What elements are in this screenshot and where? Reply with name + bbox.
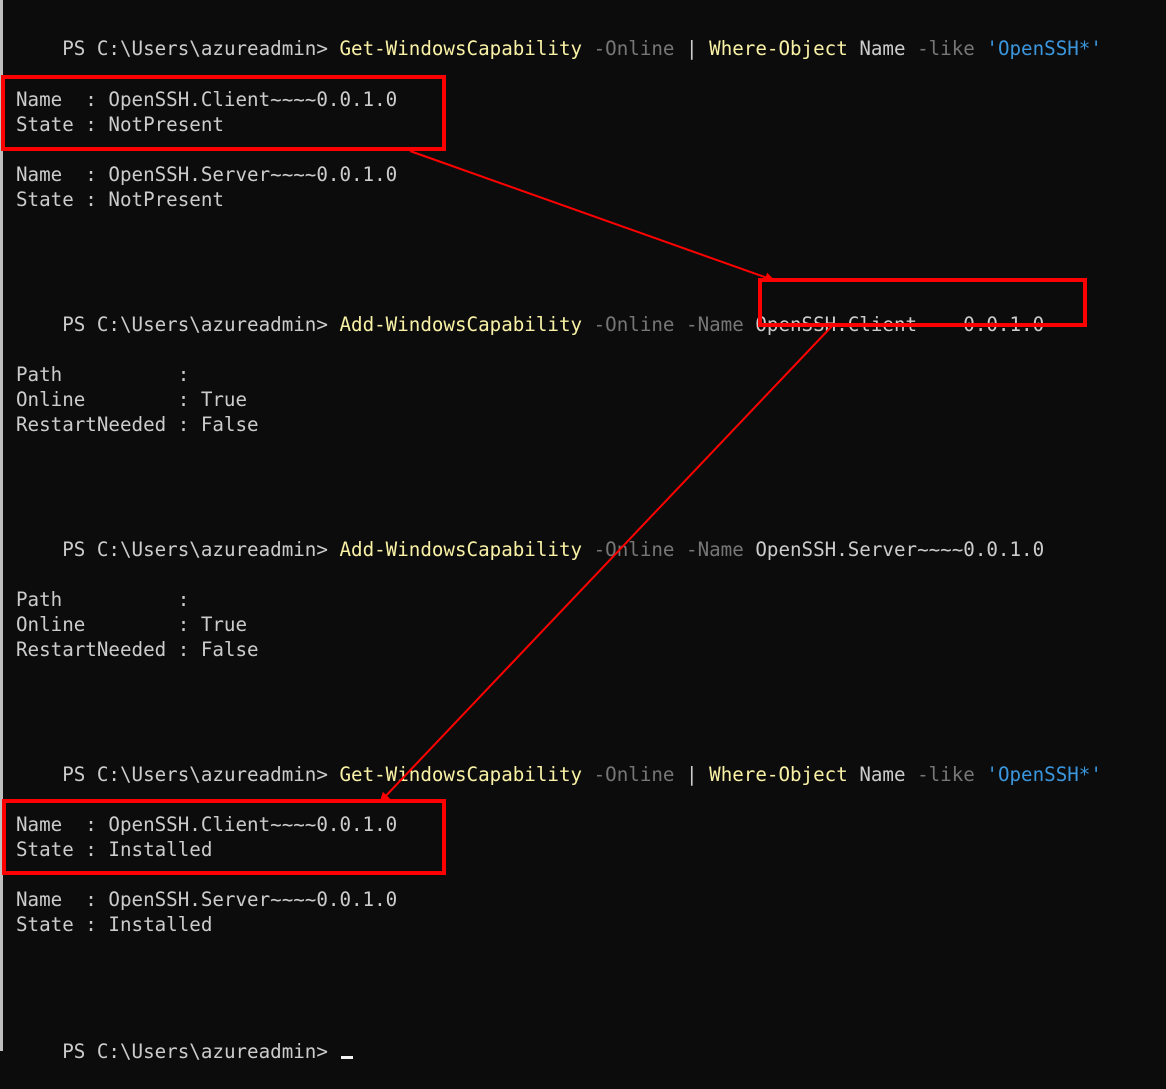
- output-server-state: State : Installed: [16, 913, 213, 936]
- parameter: -Online: [582, 37, 687, 60]
- output-client-state: State : Installed: [16, 838, 213, 861]
- prompt: PS C:\Users\azureadmin>: [62, 313, 340, 336]
- output-restart-needed: RestartNeeded : False: [16, 638, 259, 661]
- cmdlet-name: Get-WindowsCapability: [339, 763, 583, 786]
- cmdlet-name: Where-Object: [709, 37, 848, 60]
- pipe-operator: |: [686, 763, 710, 786]
- prompt: PS C:\Users\azureadmin>: [62, 1040, 340, 1063]
- prompt: PS C:\Users\azureadmin>: [62, 763, 340, 786]
- output-server-name: Name : OpenSSH.Server~~~~0.0.1.0: [16, 888, 398, 911]
- prompt: PS C:\Users\azureadmin>: [62, 37, 340, 60]
- command-line-add-server: PS C:\Users\azureadmin> Add-WindowsCapab…: [16, 512, 1044, 561]
- output-client-state: State : NotPresent: [16, 113, 224, 136]
- command-line-get-capability-2: PS C:\Users\azureadmin> Get-WindowsCapab…: [16, 737, 1102, 786]
- cmdlet-name: Where-Object: [709, 763, 848, 786]
- command-line-get-capability-1: PS C:\Users\azureadmin> Get-WindowsCapab…: [16, 11, 1102, 60]
- parameter: -like: [917, 763, 987, 786]
- output-path: Path :: [16, 363, 190, 386]
- argument: Name: [847, 763, 918, 786]
- current-prompt-line[interactable]: PS C:\Users\azureadmin>: [16, 1014, 354, 1063]
- output-server-name: Name : OpenSSH.Server~~~~0.0.1.0: [16, 163, 398, 186]
- parameter: -Online: [582, 763, 687, 786]
- string-literal: 'OpenSSH*': [986, 37, 1102, 60]
- parameter: -like: [917, 37, 987, 60]
- string-literal: 'OpenSSH*': [986, 763, 1102, 786]
- argument: Name: [847, 37, 918, 60]
- command-line-add-client: PS C:\Users\azureadmin> Add-WindowsCapab…: [16, 287, 1044, 336]
- output-online: Online : True: [16, 613, 248, 636]
- output-online: Online : True: [16, 388, 248, 411]
- output-client-name: Name : OpenSSH.Client~~~~0.0.1.0: [16, 88, 398, 111]
- cmdlet-name: Get-WindowsCapability: [339, 37, 583, 60]
- output-server-state: State : NotPresent: [16, 188, 224, 211]
- cmdlet-name: Add-WindowsCapability: [339, 313, 583, 336]
- output-restart-needed: RestartNeeded : False: [16, 413, 259, 436]
- text-cursor: [341, 1056, 354, 1059]
- output-client-name: Name : OpenSSH.Client~~~~0.0.1.0: [16, 813, 398, 836]
- parameter: -Online -Name: [582, 313, 756, 336]
- argument: OpenSSH.Client~~~~0.0.1.0: [755, 313, 1045, 336]
- prompt: PS C:\Users\azureadmin>: [62, 538, 340, 561]
- pipe-operator: |: [686, 37, 710, 60]
- output-path: Path :: [16, 588, 190, 611]
- parameter: -Online -Name: [582, 538, 756, 561]
- argument: OpenSSH.Server~~~~0.0.1.0: [755, 538, 1045, 561]
- terminal-window[interactable]: PS C:\Users\azureadmin> Get-WindowsCapab…: [0, 0, 1166, 1063]
- cmdlet-name: Add-WindowsCapability: [339, 538, 583, 561]
